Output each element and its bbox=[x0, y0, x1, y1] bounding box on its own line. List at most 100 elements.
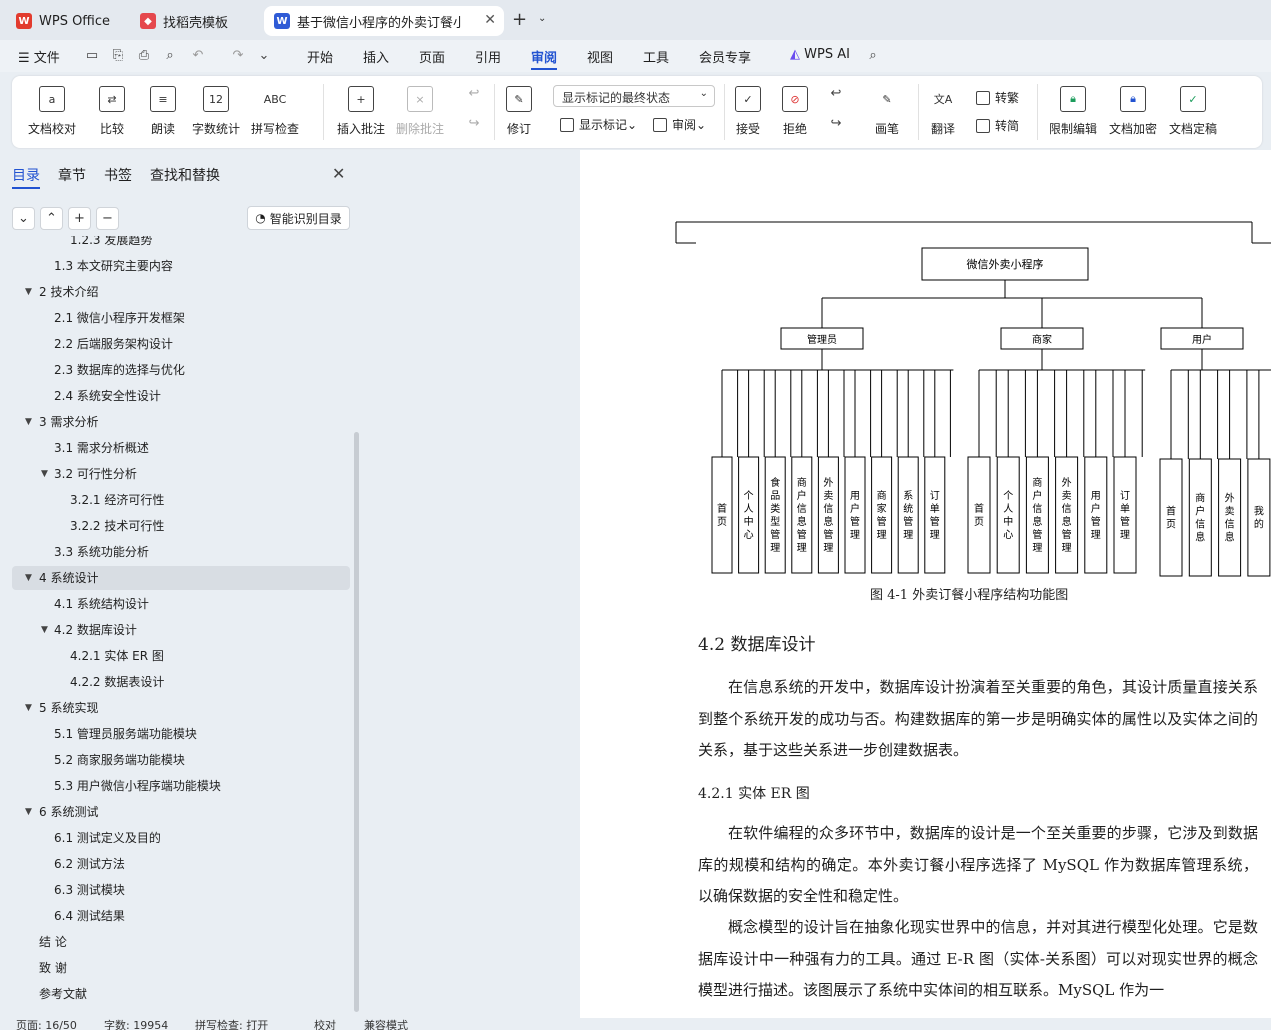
new-tab-icon[interactable]: + bbox=[512, 9, 527, 30]
undo-icon[interactable]: ↶ bbox=[190, 48, 206, 64]
tab-find-replace[interactable]: 查找和替换 bbox=[150, 165, 220, 185]
smart-toc-button[interactable]: ◔ 智能识别目录 bbox=[247, 206, 350, 230]
previous-comment-icon[interactable]: ↩ bbox=[466, 86, 482, 102]
spell-check-status[interactable]: 拼写检查: 打开 bbox=[195, 1018, 268, 1030]
delete-comment-button[interactable]: × 删除批注 bbox=[396, 86, 444, 137]
toc-item[interactable]: 2.1 微信小程序开发框架 bbox=[12, 306, 350, 330]
expand-arrow-icon[interactable]: ▼ bbox=[25, 566, 32, 590]
close-tab-icon[interactable]: ✕ bbox=[484, 12, 496, 28]
page-indicator[interactable]: 页面: 16/50 bbox=[16, 1018, 77, 1030]
toc-item[interactable]: 5.2 商家服务端功能模块 bbox=[12, 748, 350, 772]
toc-item[interactable]: 5.3 用户微信小程序端功能模块 bbox=[12, 774, 350, 798]
menu-view[interactable]: 视图 bbox=[587, 47, 613, 66]
print-preview-icon[interactable]: ⌕ bbox=[162, 48, 178, 64]
restrict-editing-button[interactable]: 🔒︎ 限制编辑 bbox=[1049, 86, 1097, 137]
chevron-down-icon[interactable]: ⌄ bbox=[538, 13, 546, 24]
expand-arrow-icon[interactable]: ▼ bbox=[25, 410, 32, 434]
revise-button[interactable]: ✎ 修订 bbox=[506, 86, 532, 137]
toc-item[interactable]: 2.3 数据库的选择与优化 bbox=[12, 358, 350, 382]
menu-tools[interactable]: 工具 bbox=[643, 47, 669, 66]
expand-arrow-icon[interactable]: ▼ bbox=[41, 618, 48, 642]
accept-button[interactable]: ✓ 接受 bbox=[735, 86, 761, 137]
to-simplified-button[interactable]: 转简 bbox=[976, 117, 1019, 134]
remove-level-button[interactable]: − bbox=[96, 207, 119, 230]
next-change-icon[interactable]: ↪ bbox=[828, 116, 844, 132]
toc-item[interactable]: ▼ 5 系统实现 bbox=[12, 696, 350, 720]
redo-icon[interactable]: ↷ bbox=[230, 48, 246, 64]
encrypt-button[interactable]: 🔒︎ 文档加密 bbox=[1109, 86, 1157, 137]
to-traditional-button[interactable]: 转繁 bbox=[976, 89, 1019, 106]
menu-review[interactable]: 审阅 bbox=[531, 47, 558, 70]
toc-item[interactable]: ▼ 3.2 可行性分析 bbox=[12, 462, 350, 486]
toc-item[interactable]: 6.4 测试结果 bbox=[12, 904, 350, 928]
read-aloud-button[interactable]: ≡ 朗读 bbox=[150, 86, 176, 137]
toc-item[interactable]: 致 谢 bbox=[12, 956, 350, 980]
toc-item[interactable]: ▼ 6 系统测试 bbox=[12, 800, 350, 824]
collapse-up-button[interactable]: ⌃ bbox=[40, 207, 63, 230]
print-icon[interactable]: ⎙ bbox=[136, 48, 152, 64]
previous-change-icon[interactable]: ↩ bbox=[828, 86, 844, 102]
toc-item[interactable]: 参考文献 bbox=[12, 982, 350, 1006]
tab-wps-office[interactable]: W WPS Office bbox=[6, 6, 124, 36]
tab-docer-templates[interactable]: ◆ 找稻壳模板 bbox=[130, 6, 258, 36]
export-icon[interactable]: ⎘ bbox=[110, 48, 126, 64]
toc-item[interactable]: 5.1 管理员服务端功能模块 bbox=[12, 722, 350, 746]
toc-item[interactable]: 6.2 测试方法 bbox=[12, 852, 350, 876]
toc-item[interactable]: 1.3 本文研究主要内容 bbox=[12, 254, 350, 278]
toc-item[interactable]: 结 论 bbox=[12, 930, 350, 954]
expand-arrow-icon[interactable]: ▼ bbox=[41, 462, 48, 486]
toc-item[interactable]: 4.2.2 数据表设计 bbox=[12, 670, 350, 694]
toc-item[interactable]: 2.2 后端服务架构设计 bbox=[12, 332, 350, 356]
next-comment-icon[interactable]: ↪ bbox=[466, 116, 482, 132]
toc-item[interactable]: 3.1 需求分析概述 bbox=[12, 436, 350, 460]
menu-insert[interactable]: 插入 bbox=[363, 47, 389, 66]
toc-item[interactable]: 2.4 系统安全性设计 bbox=[12, 384, 350, 408]
toc-item[interactable]: 3.2.1 经济可行性 bbox=[12, 488, 350, 512]
markup-state-select[interactable]: 显示标记的最终状态 ⌄ bbox=[553, 85, 715, 107]
proofread-status[interactable]: 校对 bbox=[314, 1018, 336, 1030]
toc-item[interactable]: ▼ 4 系统设计 bbox=[12, 566, 350, 590]
toc-item[interactable]: 1.2.3 发展趋势 bbox=[12, 236, 350, 252]
tab-document[interactable]: W 基于微信小程序的外卖订餐小 ✕ bbox=[264, 6, 504, 36]
expand-arrow-icon[interactable]: ▼ bbox=[25, 800, 32, 824]
insert-comment-button[interactable]: + 插入批注 bbox=[337, 86, 385, 137]
translate-button[interactable]: 文A 翻译 bbox=[930, 86, 956, 137]
file-menu[interactable]: ☰ 文件 bbox=[18, 47, 60, 66]
more-chevron-icon[interactable]: ⌄ bbox=[256, 48, 272, 64]
toc-scrollbar[interactable] bbox=[354, 432, 359, 1012]
expand-down-button[interactable]: ⌄ bbox=[12, 207, 35, 230]
tab-chapters[interactable]: 章节 bbox=[58, 165, 86, 185]
word-count-button[interactable]: 12 字数统计 bbox=[192, 86, 240, 137]
doc-check-button[interactable]: a 文档校对 bbox=[28, 86, 76, 137]
compare-button[interactable]: ⇄ 比较 bbox=[99, 86, 125, 137]
search-icon[interactable]: ⌕ bbox=[865, 48, 881, 64]
toc-item[interactable]: 3.2.2 技术可行性 bbox=[12, 514, 350, 538]
toc-item[interactable]: ▼ 4.2 数据库设计 bbox=[12, 618, 350, 642]
close-panel-icon[interactable]: ✕ bbox=[332, 164, 345, 183]
wps-ai-button[interactable]: ◭ WPS AI bbox=[790, 47, 850, 62]
toc-item[interactable]: 4.1 系统结构设计 bbox=[12, 592, 350, 616]
toc-item[interactable]: 6.3 测试模块 bbox=[12, 878, 350, 902]
add-level-button[interactable]: + bbox=[68, 207, 91, 230]
save-icon[interactable]: ▭ bbox=[84, 48, 100, 64]
finalize-button[interactable]: ✓ 文档定稿 bbox=[1169, 86, 1217, 137]
pen-button[interactable]: ✎ 画笔 bbox=[874, 86, 900, 137]
show-markup-button[interactable]: 显示标记 ⌄ bbox=[560, 116, 637, 133]
spell-check-button[interactable]: ABC 拼写检查 bbox=[251, 86, 299, 137]
menu-member[interactable]: 会员专享 bbox=[699, 47, 751, 66]
tab-toc[interactable]: 目录 bbox=[12, 165, 40, 189]
word-count-status[interactable]: 字数: 19954 bbox=[104, 1018, 168, 1030]
expand-arrow-icon[interactable]: ▼ bbox=[25, 280, 32, 304]
tab-bookmarks[interactable]: 书签 bbox=[104, 165, 132, 185]
menu-reference[interactable]: 引用 bbox=[475, 47, 501, 66]
toc-item[interactable]: ▼ 2 技术介绍 bbox=[12, 280, 350, 304]
toc-item[interactable]: 4.2.1 实体 ER 图 bbox=[12, 644, 350, 668]
menu-start[interactable]: 开始 bbox=[307, 47, 333, 66]
reject-button[interactable]: ⊘ 拒绝 bbox=[782, 86, 808, 137]
toc-item[interactable]: 3.3 系统功能分析 bbox=[12, 540, 350, 564]
review-pane-button[interactable]: 审阅 ⌄ bbox=[653, 116, 706, 133]
toc-item[interactable]: ▼ 3 需求分析 bbox=[12, 410, 350, 434]
menu-page[interactable]: 页面 bbox=[419, 47, 445, 66]
toc-item[interactable]: 6.1 测试定义及目的 bbox=[12, 826, 350, 850]
expand-arrow-icon[interactable]: ▼ bbox=[25, 696, 32, 720]
